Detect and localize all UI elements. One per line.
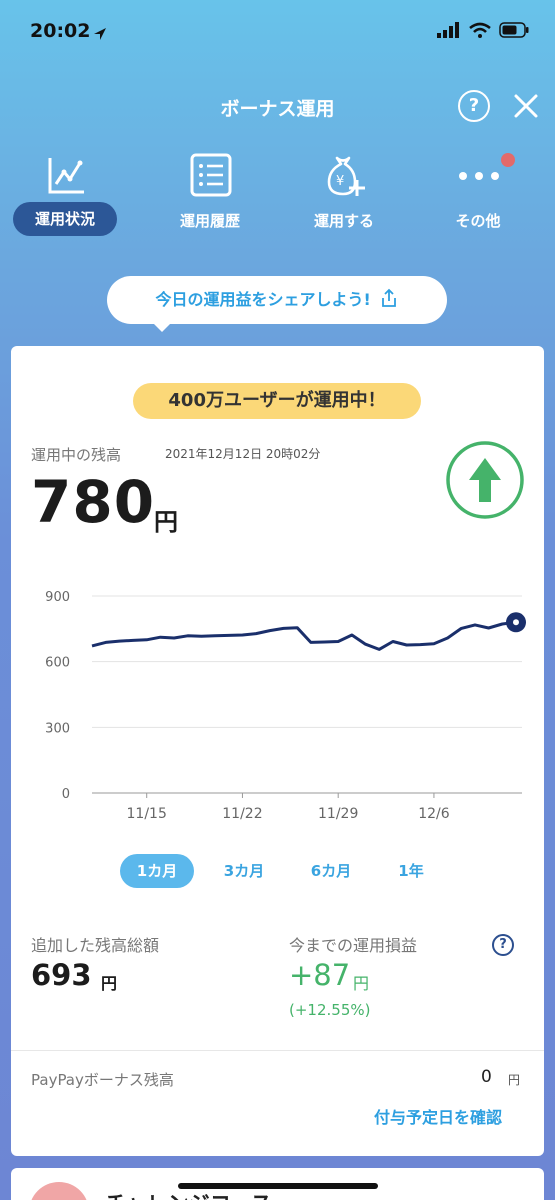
nav-item-status[interactable]: 運用状況: [5, 148, 125, 240]
gain-value: +87: [289, 958, 351, 992]
status-bar: 20:02: [0, 0, 555, 62]
grant-date-link[interactable]: 付与予定日を確認: [374, 1104, 502, 1128]
paypay-balance-value: 0: [481, 1067, 492, 1087]
last-point-center: [513, 619, 519, 626]
location-arrow-icon: [94, 28, 106, 40]
balance-value: 780: [31, 468, 156, 536]
paypay-balance-unit: 円: [508, 1073, 521, 1087]
period-tab-1y[interactable]: 1年: [379, 854, 443, 888]
paypay-balance-label: PayPayボーナス残高: [31, 1071, 174, 1089]
period-tabs: 1カ月 3カ月 6カ月 1年: [11, 854, 544, 890]
nav-label: 運用状況: [13, 202, 117, 236]
wifi-icon: [469, 22, 491, 38]
gain-percent: (+12.55%): [289, 1001, 371, 1019]
notification-badge: [501, 153, 515, 167]
x-tick-label: 11/29: [318, 806, 358, 822]
header: ボーナス運用 ?: [0, 88, 555, 128]
x-tick-label: 11/15: [127, 806, 167, 822]
gain-unit: 円: [353, 974, 370, 993]
nav-item-invest[interactable]: ¥ 運用する: [284, 148, 404, 240]
section-nav: 運用状況 運用履歴 ¥ 運用する その他: [0, 148, 555, 243]
gain-help-icon[interactable]: ?: [492, 934, 514, 956]
users-badge: 400万ユーザーが運用中！: [133, 383, 421, 419]
list-icon: [190, 153, 232, 197]
share-button[interactable]: 今日の運用益をシェアしよう!: [107, 276, 447, 332]
status-icons: [437, 22, 529, 38]
money-bag-plus-icon: ¥: [327, 156, 365, 196]
battery-icon: [499, 22, 529, 38]
status-time: 20:02: [30, 20, 91, 42]
nav-label: その他: [455, 212, 501, 230]
nav-label: 運用履歴: [179, 212, 240, 230]
y-tick-label: 0: [62, 787, 70, 802]
added-balance-label: 追加した残高総額: [31, 936, 160, 955]
signal-icon: [437, 22, 459, 38]
portfolio-card: 400万ユーザーが運用中！ 運用中の残高 2021年12月12日 20時02分 …: [11, 346, 544, 1156]
nav-label: 運用する: [313, 212, 374, 230]
course-title: チャレンジコース: [105, 1188, 272, 1200]
share-icon: [382, 288, 397, 307]
series-line: [91, 620, 517, 651]
period-tab-3m[interactable]: 3カ月: [207, 854, 281, 888]
balance-chart: 900 600 300 0 11/15 11/22 11/29 12/6: [45, 590, 526, 822]
added-balance-unit: 円: [101, 974, 118, 993]
nav-item-more[interactable]: その他: [418, 148, 538, 240]
period-tab-6m[interactable]: 6カ月: [294, 854, 368, 888]
gain-label: 今までの運用損益: [289, 936, 418, 955]
y-tick-label: 600: [45, 656, 70, 671]
balance-label: 運用中の残高: [31, 446, 122, 464]
close-icon[interactable]: [511, 91, 541, 121]
balance-unit: 円: [154, 508, 178, 536]
help-button[interactable]: ?: [458, 90, 490, 122]
y-tick-label: 300: [45, 721, 70, 736]
divider: [11, 1050, 544, 1051]
up-arrow-icon: [446, 441, 524, 519]
x-tick-label: 12/6: [418, 806, 450, 822]
nav-item-history[interactable]: 運用履歴: [150, 148, 270, 240]
balance-timestamp: 2021年12月12日 20時02分: [165, 447, 321, 461]
svg-text:¥: ¥: [336, 174, 344, 189]
share-label: 今日の運用益をシェアしよう!: [155, 290, 371, 309]
home-indicator: [178, 1183, 378, 1189]
added-balance-value: 693: [31, 958, 92, 992]
x-tick-label: 11/22: [222, 806, 262, 822]
course-avatar: [29, 1182, 89, 1200]
y-tick-label: 900: [45, 590, 70, 605]
period-tab-1m[interactable]: 1カ月: [120, 854, 194, 888]
more-dots-icon: [459, 172, 499, 180]
line-chart-icon: [48, 158, 84, 194]
